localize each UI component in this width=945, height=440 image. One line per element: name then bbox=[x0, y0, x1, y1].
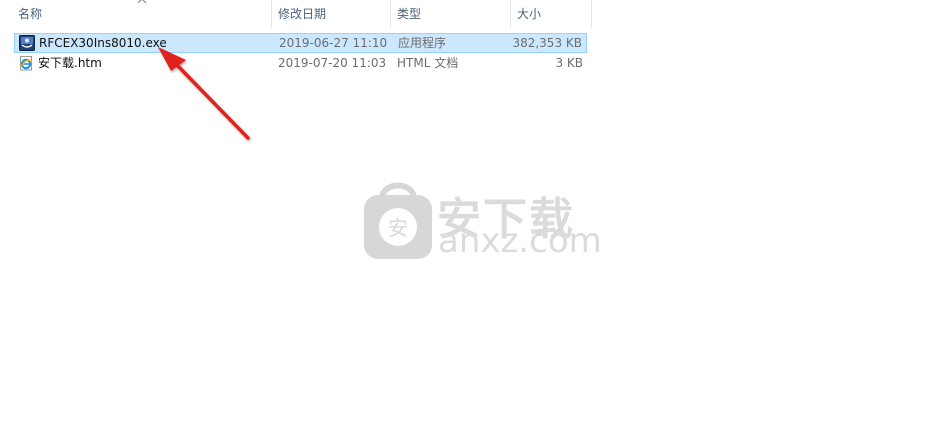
file-size: 382,353 KB bbox=[512, 36, 582, 50]
file-size: 3 KB bbox=[555, 56, 583, 70]
watermark-badge-char: 安 bbox=[388, 216, 408, 240]
file-row[interactable]: RFCEX30Ins8010.exe 2019-06-27 11:10 应用程序… bbox=[14, 33, 587, 53]
anxz-watermark: 安 安下载 anxz.com bbox=[360, 175, 602, 265]
column-header-size-label: 大小 bbox=[517, 7, 542, 21]
ie-html-icon bbox=[19, 56, 33, 71]
sort-ascending-icon bbox=[137, 0, 147, 4]
column-divider[interactable] bbox=[591, 0, 592, 28]
installer-exe-icon bbox=[19, 35, 35, 51]
column-header-size[interactable]: 大小 bbox=[511, 0, 591, 28]
file-type: 应用程序 bbox=[398, 36, 447, 50]
column-header-type-label: 类型 bbox=[397, 7, 422, 21]
column-header-modified-label: 修改日期 bbox=[278, 7, 327, 21]
watermark-domain-text: anxz.com bbox=[438, 221, 602, 261]
file-type: HTML 文档 bbox=[397, 56, 459, 70]
column-header-name-label: 名称 bbox=[18, 7, 43, 21]
file-modified: 2019-06-27 11:10 bbox=[279, 36, 388, 50]
column-header-type[interactable]: 类型 bbox=[391, 0, 510, 28]
file-modified: 2019-07-20 11:03 bbox=[278, 56, 387, 70]
file-name[interactable]: RFCEX30Ins8010.exe bbox=[39, 34, 167, 52]
shopping-bag-logo-icon: 安 bbox=[364, 182, 432, 259]
column-header-bar: 名称 修改日期 类型 大小 bbox=[0, 0, 945, 28]
file-name[interactable]: 安下载.htm bbox=[38, 54, 102, 72]
column-header-modified[interactable]: 修改日期 bbox=[272, 0, 390, 28]
file-row[interactable]: 安下载.htm 2019-07-20 11:03 HTML 文档 3 KB bbox=[14, 54, 587, 74]
